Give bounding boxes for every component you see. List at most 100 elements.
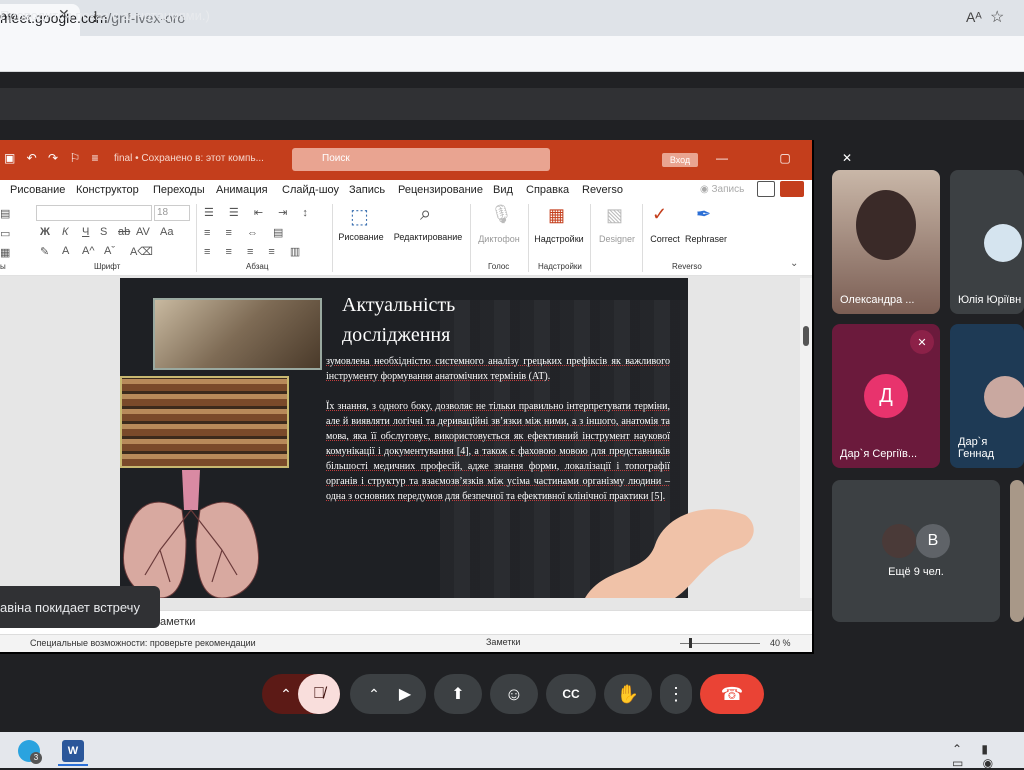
raise-hand-button[interactable]: ✋ [604,674,652,714]
participant-name: Дар`я Геннад [958,436,995,460]
slide-paragraph-2[interactable]: Їх знання, з одного боку, дозволяє не ті… [326,399,670,504]
grow-font-icon[interactable]: A^ [82,245,95,257]
editing-button[interactable]: Редактирование [392,232,464,242]
more-vert-icon: ⋮ [667,683,685,704]
tab-design[interactable]: Конструктор [76,184,139,196]
designer-button[interactable]: Designer [594,234,640,244]
record-button[interactable]: ◉ Запись [700,184,744,195]
bookshelf-photo[interactable] [120,376,289,468]
search-icon[interactable]: ⌕ [420,203,431,226]
shadow-icon[interactable]: S [100,226,107,238]
participant-name: Юлія Юріївн [958,294,1022,306]
rephraser-button[interactable]: Rephraser [684,234,728,244]
bold-icon[interactable]: Ж [40,226,50,238]
present-button[interactable]: ⬆ [434,674,482,714]
zoom-slider[interactable] [680,643,760,644]
designer-icon[interactable]: ▧ [606,205,623,226]
accessibility-status[interactable]: Специальные возможности: проверьте реком… [30,638,256,648]
participant-tile[interactable]: Олександра ... [832,170,940,314]
slide-layout-icon[interactable]: ▤ [0,207,10,220]
section-icon[interactable]: ▦ [0,246,10,259]
zoom-slider-thumb[interactable] [689,638,692,648]
rephraser-icon[interactable]: ✒ [696,204,711,225]
chevron-up-icon[interactable]: ⌃ [368,686,380,703]
slide-title[interactable]: Актуальність дослідження [342,290,512,350]
participant-tile[interactable]: Дар`я Геннад [950,324,1024,468]
ppt-login-button[interactable]: Вход [662,153,698,167]
microphone-icon[interactable]: 🎙 [490,204,513,225]
comments-icon[interactable] [757,181,775,197]
dictate-button[interactable]: Диктофон [474,234,524,244]
correct-button[interactable]: Correct [646,234,684,244]
participant-avatar [984,376,1024,418]
participant-initial: В [916,524,950,558]
more-options-button[interactable]: ⋮ [660,674,692,714]
read-aloud-icon[interactable]: Aᴬ [966,9,982,25]
participant-tile[interactable] [1010,480,1024,622]
participant-name: Дар`я Сергіїв... [840,448,918,460]
addins-icon[interactable]: ▦ [548,205,565,226]
word-icon[interactable]: W [62,740,84,762]
chevron-up-icon[interactable]: ⌃ [280,686,292,703]
emoji-icon: ☺ [504,683,524,704]
share-icon[interactable] [780,181,804,197]
more-participants-tile[interactable]: В Ещё 9 чел. [832,480,1000,622]
ppt-file-name[interactable]: final • Сохранено в: этот компь... [114,153,264,164]
strike-icon[interactable]: ab [118,226,130,238]
tab-record[interactable]: Запись [349,184,385,196]
drawing-button[interactable]: Рисование [338,232,384,242]
participant-tile[interactable]: ✕ Д Дар`я Сергіїв... [832,324,940,468]
open-book-photo[interactable] [153,298,322,370]
slide-paragraph-1[interactable]: зумовлена необхідністю системного аналіз… [326,354,670,384]
list-icons[interactable]: ☰ ☰ ⇤ ⇥ ↕ [204,206,314,219]
quick-access-icons[interactable]: ▣ ↶ ↷ ⚐ ≡ [4,151,103,165]
zoom-level[interactable]: 40 % [770,638,791,648]
camera-button[interactable]: ▶ [384,674,426,714]
reactions-button[interactable]: ☺ [490,674,538,714]
participant-avatar [882,524,916,558]
notes-button[interactable]: Заметки [486,637,520,647]
mic-muted-button[interactable]: 🎙̸ [298,674,340,714]
address-bar[interactable] [0,36,1024,72]
clear-format-icon[interactable]: A⌫ [130,245,153,258]
correct-icon[interactable]: ✓ [652,204,667,225]
font-color-icon[interactable]: A [62,245,69,257]
star-icon[interactable]: ☆ [990,7,1004,27]
italic-icon[interactable]: К [62,226,68,238]
video-camera-icon: ▶ [398,686,412,703]
reset-icon[interactable]: ▭ [0,227,10,240]
change-case-icon[interactable]: Aa [160,226,173,238]
font-grow-icon[interactable]: AV [136,226,150,238]
group-label-addins: Надстройки [538,262,582,271]
participant-tile[interactable]: Юлія Юріївн [950,170,1024,314]
decorative-shape [585,509,754,598]
shrink-font-icon[interactable]: Aˇ [104,245,115,257]
active-indicator [58,764,88,766]
end-call-button[interactable]: ☎ [700,674,764,714]
addins-button[interactable]: Надстройки [530,234,588,244]
tab-animation[interactable]: Анимация [216,184,268,196]
muted-mic-icon: 🎙̸ [313,685,325,702]
captions-icon: CC [562,687,580,701]
font-name-box[interactable] [36,205,152,221]
scrollbar-thumb[interactable] [803,326,809,346]
tab-view[interactable]: Вид [493,184,513,196]
ribbon-collapse-icon[interactable]: ⌄ [790,258,798,269]
more-participants-label: Ещё 9 чел. [888,566,944,578]
tab-help[interactable]: Справка [526,184,569,196]
tab-review[interactable]: Рецензирование [398,184,483,196]
justify-icons[interactable]: ≡ ≡ ≡ ≡ ▥ [204,245,306,258]
group-label-voice: Голос [488,262,510,271]
ppt-window-controls[interactable]: — ▢ ✕ [716,151,876,165]
align-icons[interactable]: ≡ ≡ ⇔ ▤ [204,226,289,239]
tab-reverso[interactable]: Reverso [582,184,623,196]
captions-button[interactable]: CC [546,674,596,714]
highlight-icon[interactable]: ✎ [40,245,49,258]
ribbon-separator [332,204,333,272]
shapes-icon[interactable]: ⬚ [350,204,369,229]
tab-slideshow[interactable]: Слайд-шоу [282,184,339,196]
tab-transitions[interactable]: Переходы [153,184,205,196]
tab-drawing[interactable]: Рисование [10,184,65,196]
underline-icon[interactable]: Ч [82,226,89,238]
tray-icons[interactable]: ⌃ ▮ ▭ ◉ [952,742,1024,770]
